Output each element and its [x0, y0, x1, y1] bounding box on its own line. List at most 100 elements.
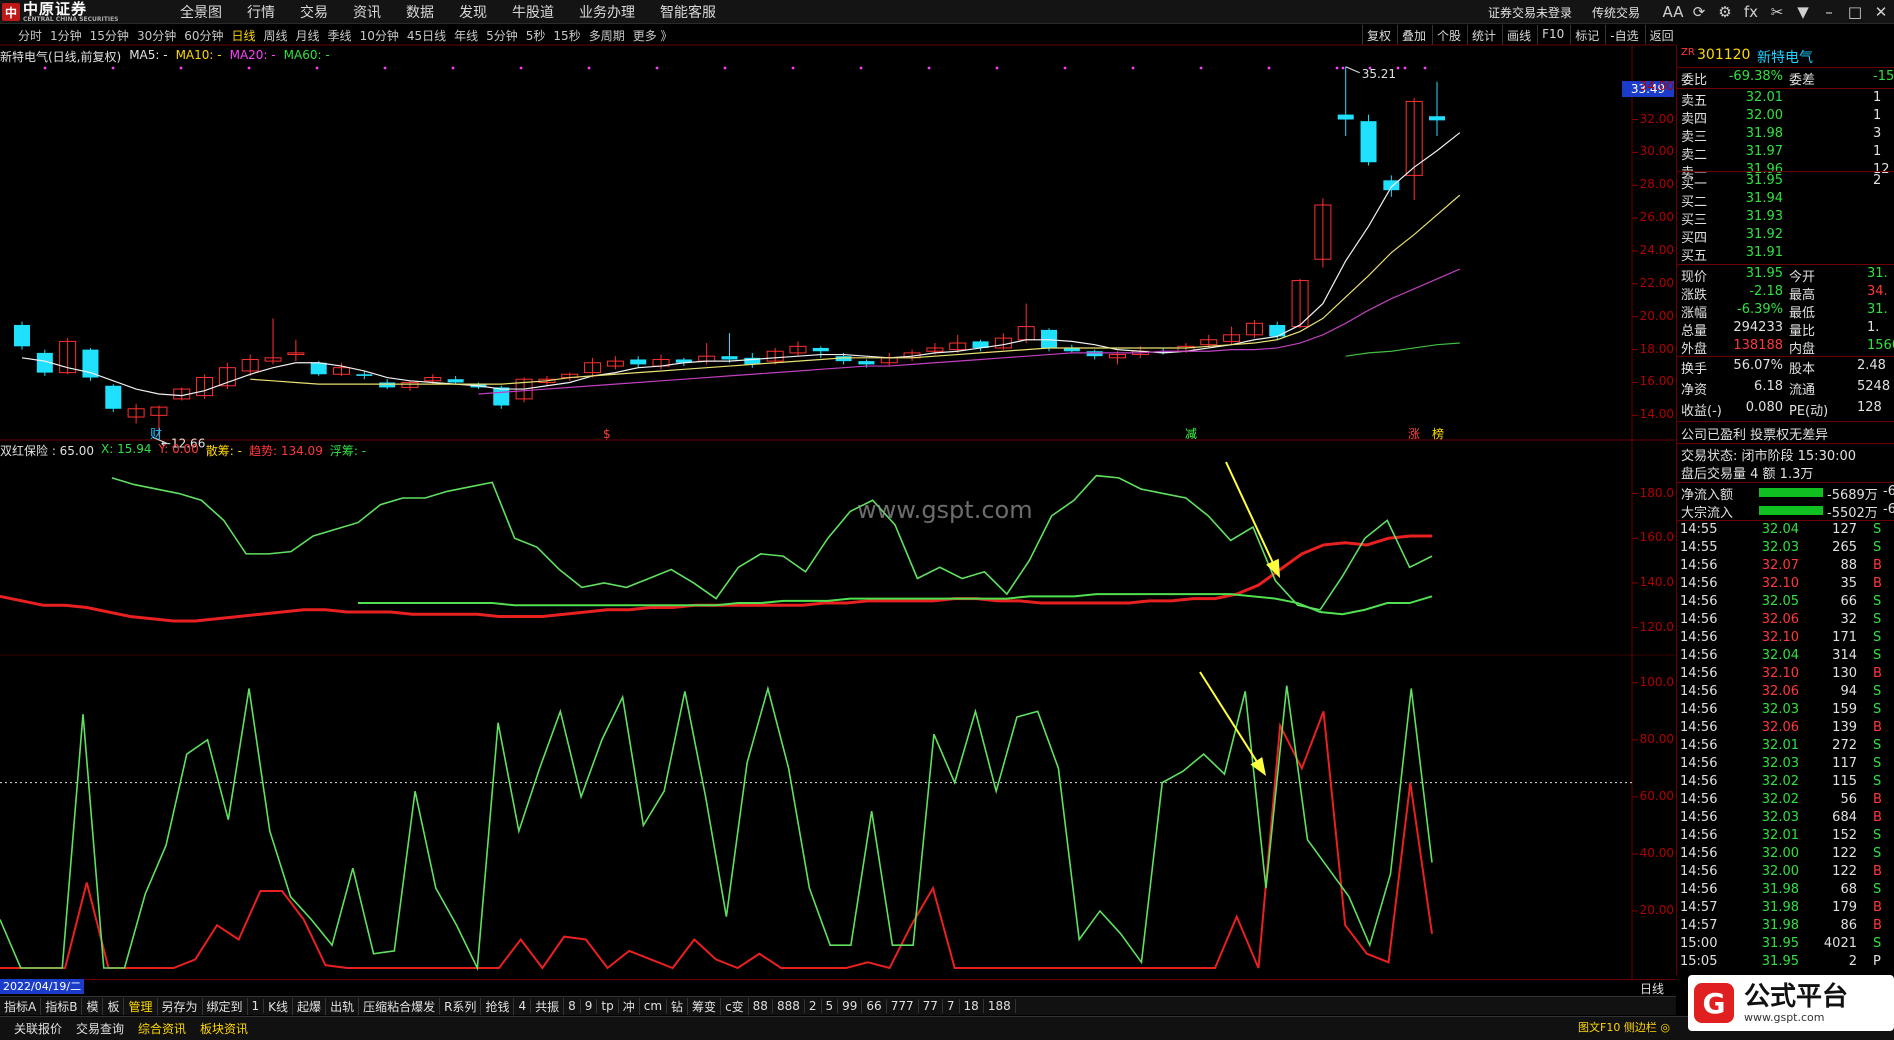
indicator-tab-3[interactable]: 板 [103, 997, 125, 1015]
axis-label: 34.00 [1639, 78, 1674, 93]
indicator-tab-12[interactable]: R系列 [440, 997, 482, 1015]
tick-time: 14:56 [1680, 738, 1718, 753]
tick-price: 32.04 [1761, 522, 1799, 537]
axis-label: 18.00 [1639, 341, 1674, 356]
tick-time: 14:56 [1680, 810, 1718, 825]
annotation-arrow-shaft [1225, 461, 1274, 563]
candle-body-down [310, 362, 327, 375]
status-link-1[interactable]: 交易查询 [76, 1020, 124, 1037]
indicator-tab-14[interactable]: 4 [514, 999, 532, 1013]
indicator-tab-23[interactable]: c变 [721, 997, 749, 1015]
indicator-tab-34[interactable]: 188 [984, 999, 1016, 1013]
indicator-tab-32[interactable]: 7 [943, 999, 960, 1013]
order-label: 卖三 [1681, 130, 1708, 145]
indicator-tab-11[interactable]: 压缩粘合爆发 [359, 997, 441, 1015]
formula-icon[interactable]: fx [1738, 3, 1764, 21]
indicator-tab-5[interactable]: 另存为 [158, 997, 203, 1015]
tick-row: 14:56 32.01 152 S [1677, 828, 1894, 846]
indicator-tab-1[interactable]: 指标B [41, 997, 83, 1015]
indicator-tab-24[interactable]: 88 [749, 999, 773, 1013]
marker-dot [1403, 66, 1407, 70]
indicator-tab-22[interactable]: 筹变 [688, 997, 722, 1015]
indicator-tab-20[interactable]: cm [640, 999, 668, 1013]
flow-label: 净流入额 [1681, 488, 1734, 503]
order-volume: 1 [1873, 144, 1882, 159]
stat-label-2: 股本 [1789, 362, 1816, 377]
indicator-tab-26[interactable]: 2 [805, 999, 822, 1013]
indicator-tab-18[interactable]: tp [597, 999, 619, 1013]
tools-icon[interactable]: ✂ [1764, 3, 1790, 21]
indicator-tab-21[interactable]: 钻 [667, 997, 689, 1015]
tick-row: 15:00 31.95 4021 S [1677, 936, 1894, 954]
indicator-tab-9[interactable]: 起爆 [293, 997, 327, 1015]
indicator-tab-19[interactable]: 冲 [619, 997, 640, 1015]
flow-value: -5689万 [1827, 488, 1878, 503]
indicator-tab-7[interactable]: 1 [248, 999, 265, 1013]
indicator-tab-16[interactable]: 8 [564, 999, 581, 1013]
order-price: 31.92 [1745, 227, 1783, 242]
indicator-tab-0[interactable]: 指标A [0, 997, 42, 1015]
status-link-3[interactable]: 板块资讯 [200, 1020, 248, 1037]
indicator-tab-2[interactable]: 模 [82, 997, 104, 1015]
minimize-icon[interactable]: – [1816, 3, 1842, 21]
indicator-tab-4[interactable]: 管理 [124, 997, 158, 1015]
tick-price: 32.02 [1761, 774, 1799, 789]
kline-chart[interactable]: 35.21←12.66财$减涨榜567 [0, 0, 1676, 980]
indicator-tab-30[interactable]: 777 [887, 999, 919, 1013]
indicator-tab-33[interactable]: 18 [960, 999, 984, 1013]
tick-price: 32.03 [1761, 810, 1799, 825]
stat-label: 换手 [1681, 362, 1708, 377]
f10-link[interactable]: 图文F10 [1578, 1019, 1620, 1035]
tick-volume: 117 [1832, 756, 1857, 771]
tick-time: 14:56 [1680, 720, 1718, 735]
sidebar-toggle[interactable]: 侧边栏 ◎ [1624, 1019, 1670, 1035]
weibi-value: -69.38% [1728, 69, 1783, 84]
tick-row: 14:56 32.06 139 B [1677, 720, 1894, 738]
indicator-tab-13[interactable]: 抢钱 [481, 997, 515, 1015]
axis-label: 160.0 [1639, 530, 1674, 545]
stat-value-2: 31. [1867, 302, 1888, 317]
flow-value: -5502万 [1827, 506, 1878, 521]
indicator-name[interactable]: 双红保险 : 65.00 [0, 442, 94, 458]
status-link-2[interactable]: 综合资讯 [138, 1020, 186, 1037]
tick-price: 31.98 [1761, 918, 1799, 933]
refresh-icon[interactable]: ⟳ [1686, 3, 1712, 21]
tick-row: 14:55 32.04 127 S [1677, 522, 1894, 540]
stat-label-2: 内盘 [1789, 342, 1816, 357]
stat-value-2: 2.48 [1857, 358, 1886, 373]
close-icon[interactable]: ✕ [1868, 3, 1894, 21]
maximize-icon[interactable]: □ [1842, 3, 1868, 21]
stat-label: 收益(-) [1681, 404, 1722, 419]
indicator-tab-25[interactable]: 888 [773, 999, 805, 1013]
tick-side: S [1873, 936, 1882, 951]
event-marker: 榜 [1432, 426, 1444, 441]
indicator-tab-17[interactable]: 9 [581, 999, 598, 1013]
tick-side: S [1873, 738, 1882, 753]
indicator-tab-28[interactable]: 99 [838, 999, 863, 1013]
order-label: 卖四 [1681, 112, 1708, 127]
indicator-tab-8[interactable]: K线 [264, 997, 294, 1015]
tick-time: 14:56 [1680, 594, 1718, 609]
period-label[interactable]: 日线 [1640, 980, 1664, 997]
stat-value-2: 128 [1857, 400, 1882, 415]
indicator-tab-10[interactable]: 出轨 [326, 997, 360, 1015]
axis-label: 16.00 [1639, 374, 1674, 389]
tick-time: 14:56 [1680, 648, 1718, 663]
order-price: 31.98 [1745, 126, 1783, 141]
tick-time: 14:57 [1680, 918, 1718, 933]
indicator-tab-29[interactable]: 66 [862, 999, 887, 1013]
ma5-line [21, 132, 1461, 397]
stat-row: 外盘 138188 内盘 1560 [1677, 338, 1894, 357]
marker-dot [1267, 66, 1271, 70]
tick-volume: 265 [1832, 540, 1857, 555]
gear-icon[interactable]: ⚙ [1712, 3, 1738, 21]
tick-side: S [1873, 594, 1882, 609]
status-link-0[interactable]: 关联报价 [14, 1020, 62, 1037]
indicator-tab-27[interactable]: 5 [822, 999, 839, 1013]
indicator-tab-15[interactable]: 共振 [531, 997, 565, 1015]
marker-dot [111, 66, 115, 70]
indicator-tab-6[interactable]: 绑定到 [203, 997, 248, 1015]
indicator-tab-31[interactable]: 77 [919, 999, 943, 1013]
order-price: 31.91 [1745, 245, 1783, 260]
skin-icon[interactable]: ▼ [1790, 3, 1816, 21]
